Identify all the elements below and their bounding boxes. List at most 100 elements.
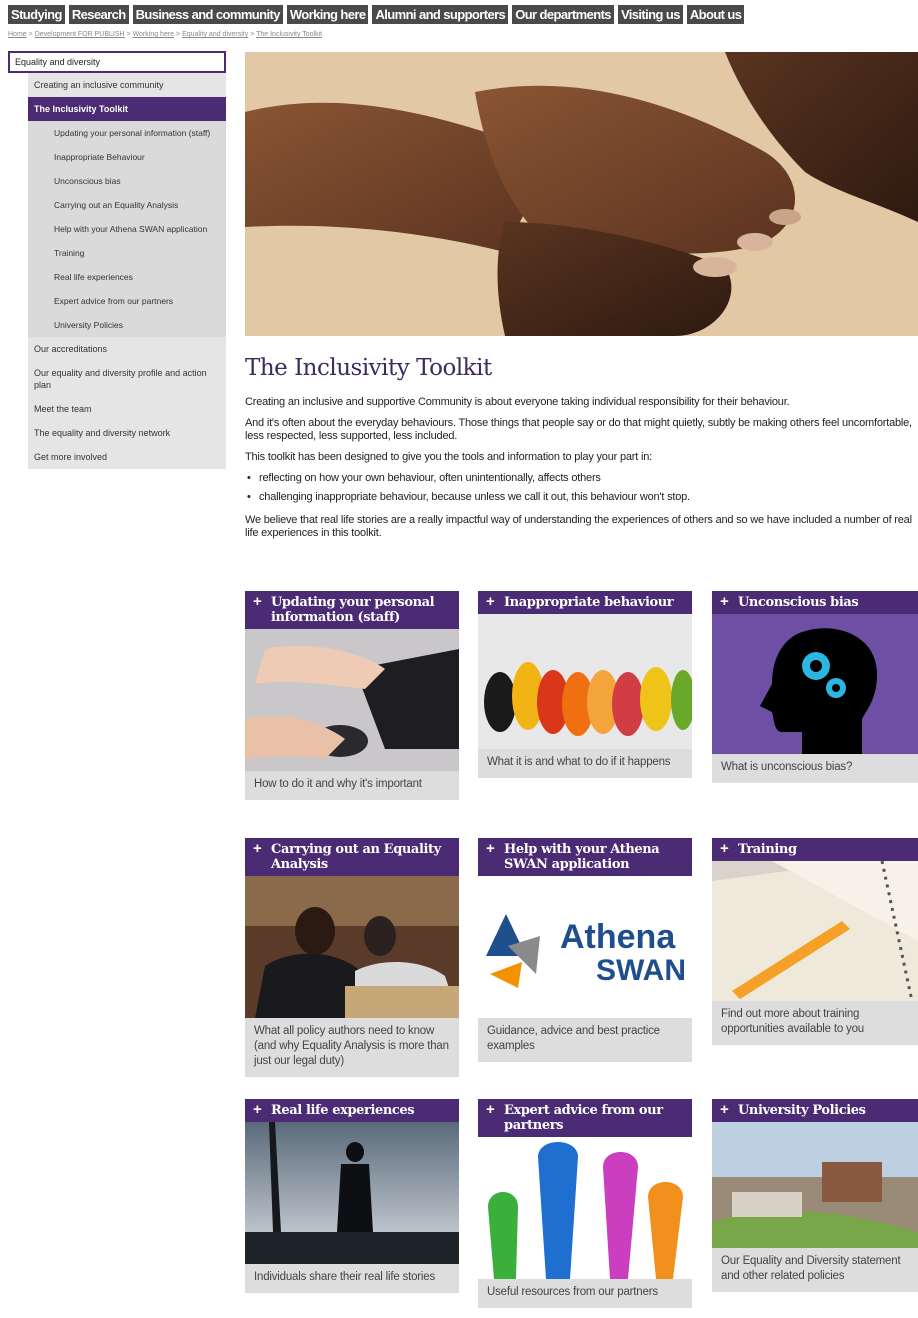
- tile-caption: What it is and what to do if it happens: [487, 756, 671, 768]
- sidebar-subitem[interactable]: Expert advice from our partners: [28, 289, 226, 313]
- tile-heading[interactable]: + University Policies: [712, 1099, 918, 1122]
- plus-icon: +: [720, 840, 729, 857]
- top-navigation: Studying Research Business and community…: [8, 5, 745, 24]
- nav-our-departments[interactable]: Our departments: [512, 5, 614, 24]
- tile-caption: Guidance, advice and best practice examp…: [487, 1025, 660, 1052]
- intro-paragraph: And it's often about the everyday behavi…: [245, 417, 912, 442]
- page-intro: Creating an inclusive and supportive Com…: [245, 396, 918, 548]
- tile-university-policies[interactable]: + University Policies Our Equality and Di…: [712, 1099, 918, 1292]
- tile-expert-advice[interactable]: + Expert advice from our partners Useful …: [478, 1099, 692, 1308]
- tile-heading[interactable]: + Unconscious bias: [712, 591, 918, 614]
- plus-icon: +: [486, 1101, 495, 1118]
- tile-title: Unconscious bias: [738, 595, 859, 610]
- sidebar-subitem[interactable]: Real life experiences: [28, 265, 226, 289]
- tile-heading[interactable]: + Inappropriate behaviour: [478, 591, 692, 614]
- breadcrumb-equality[interactable]: Equality and diversity: [182, 31, 248, 38]
- sidebar-item-inclusive-community[interactable]: Creating an inclusive community: [28, 73, 226, 97]
- sidebar-subitem[interactable]: Training: [28, 241, 226, 265]
- tile-athena-swan[interactable]: + Help with your Athena SWAN application …: [478, 838, 692, 1062]
- sidebar-section: Creating an inclusive community The Incl…: [28, 73, 226, 337]
- sidebar-item[interactable]: Get more involved: [28, 445, 226, 469]
- nav-about-us[interactable]: About us: [686, 5, 745, 24]
- nav-business-and-community[interactable]: Business and community: [132, 5, 283, 24]
- breadcrumb: Home > Development FOR PUBLISH > Working…: [8, 31, 323, 38]
- tile-caption: Find out more about training opportuniti…: [721, 1008, 864, 1035]
- breadcrumb-current[interactable]: The Inclusivity Toolkit: [256, 31, 322, 38]
- intro-paragraph: We believe that real life stories are a …: [245, 514, 912, 539]
- plus-icon: +: [253, 840, 262, 857]
- swan-logo-text: SWAN: [596, 954, 686, 987]
- tile-image: [712, 861, 918, 1001]
- sidebar-item[interactable]: The equality and diversity network: [28, 421, 226, 445]
- page-title: The Inclusivity Toolkit: [245, 355, 492, 381]
- sidebar: Equality and diversity Creating an inclu…: [8, 51, 226, 469]
- jelly-babies-photo: [478, 614, 692, 749]
- tile-inappropriate-behaviour[interactable]: + Inappropriate behaviour What it is and …: [478, 591, 692, 778]
- notebook-pencil-photo: [712, 861, 918, 1001]
- tile-unconscious-bias[interactable]: + Unconscious bias What is unconscious bi…: [712, 591, 918, 783]
- tile-heading[interactable]: + Real life experiences: [245, 1099, 459, 1122]
- tile-caption: Our Equality and Diversity statement and…: [721, 1255, 901, 1282]
- sidebar-subitem[interactable]: Inappropriate Behaviour: [28, 145, 226, 169]
- tile-image: [245, 876, 459, 1018]
- tile-title: Real life experiences: [271, 1103, 415, 1118]
- sidebar-item-active[interactable]: The Inclusivity Toolkit: [28, 97, 226, 121]
- tile-heading[interactable]: + Updating your personal information (sta…: [245, 591, 459, 629]
- sidebar-submenu: Updating your personal information (staf…: [28, 121, 226, 337]
- tile-image: [712, 1122, 918, 1248]
- tile-equality-analysis[interactable]: + Carrying out an Equality Analysis What …: [245, 838, 459, 1077]
- tile-image: [478, 614, 692, 749]
- list-item: reflecting on how your own behaviour, of…: [247, 472, 918, 485]
- tile-title: University Policies: [738, 1103, 866, 1118]
- tile-caption: What is unconscious bias?: [721, 761, 853, 773]
- tile-title: Help with your Athena SWAN application: [504, 842, 660, 872]
- tile-heading[interactable]: + Carrying out an Equality Analysis: [245, 838, 459, 876]
- sidebar-subitem[interactable]: Updating your personal information (staf…: [28, 121, 226, 145]
- athena-logo-text: Athena: [560, 918, 676, 956]
- tile-heading[interactable]: + Help with your Athena SWAN application: [478, 838, 692, 876]
- breadcrumb-home[interactable]: Home: [8, 31, 27, 38]
- sidebar-item[interactable]: Our accreditations: [28, 337, 226, 361]
- intro-paragraph: Creating an inclusive and supportive Com…: [245, 396, 790, 408]
- tile-heading[interactable]: + Training: [712, 838, 918, 861]
- hero-image: [245, 52, 918, 336]
- tile-image: [478, 1137, 692, 1279]
- nav-studying[interactable]: Studying: [8, 5, 65, 24]
- head-gears-icon: [712, 614, 918, 754]
- sidebar-subitem[interactable]: Carrying out an Equality Analysis: [28, 193, 226, 217]
- sidebar-subitem[interactable]: Help with your Athena SWAN application: [28, 217, 226, 241]
- sidebar-item[interactable]: Our equality and diversity profile and a…: [28, 361, 226, 397]
- nav-visiting-us[interactable]: Visiting us: [617, 5, 683, 24]
- nav-research[interactable]: Research: [68, 5, 129, 24]
- tile-updating-personal-info[interactable]: + Updating your personal information (sta…: [245, 591, 459, 800]
- tile-heading[interactable]: + Expert advice from our partners: [478, 1099, 692, 1137]
- nav-alumni-and-supporters[interactable]: Alumni and supporters: [372, 5, 509, 24]
- nav-working-here[interactable]: Working here: [286, 5, 369, 24]
- tile-image: [712, 614, 918, 754]
- keyboard-mouse-photo: [245, 629, 459, 771]
- tile-caption: How to do it and why it's important: [254, 778, 422, 790]
- tile-training[interactable]: + Training Find out more about training o…: [712, 838, 918, 1045]
- plus-icon: +: [486, 840, 495, 857]
- sidebar-item[interactable]: Meet the team: [28, 397, 226, 421]
- tile-image: [245, 629, 459, 771]
- intro-list: reflecting on how your own behaviour, of…: [247, 472, 918, 504]
- sidebar-subitem[interactable]: University Policies: [28, 313, 226, 337]
- tile-title: Inappropriate behaviour: [504, 595, 674, 610]
- list-item: challenging inappropriate behaviour, bec…: [247, 491, 918, 504]
- sidebar-subitem[interactable]: Unconscious bias: [28, 169, 226, 193]
- sidebar-heading[interactable]: Equality and diversity: [8, 51, 226, 73]
- students-photo: [245, 876, 459, 1018]
- sidebar-more: Our accreditations Our equality and dive…: [28, 337, 226, 469]
- tile-caption: Useful resources from our partners: [487, 1286, 658, 1298]
- clasped-hands-illustration: [245, 52, 918, 336]
- breadcrumb-development[interactable]: Development FOR PUBLISH: [35, 31, 125, 38]
- tile-title: Expert advice from our partners: [504, 1103, 663, 1133]
- tile-real-life-experiences[interactable]: + Real life experiences Individuals share…: [245, 1099, 459, 1293]
- plus-icon: +: [253, 593, 262, 610]
- tile-caption: Individuals share their real life storie…: [254, 1271, 435, 1283]
- breadcrumb-working-here[interactable]: Working here: [133, 31, 175, 38]
- raised-hands-illustration: [488, 1142, 683, 1279]
- plus-icon: +: [486, 593, 495, 610]
- tile-image: [245, 1122, 459, 1264]
